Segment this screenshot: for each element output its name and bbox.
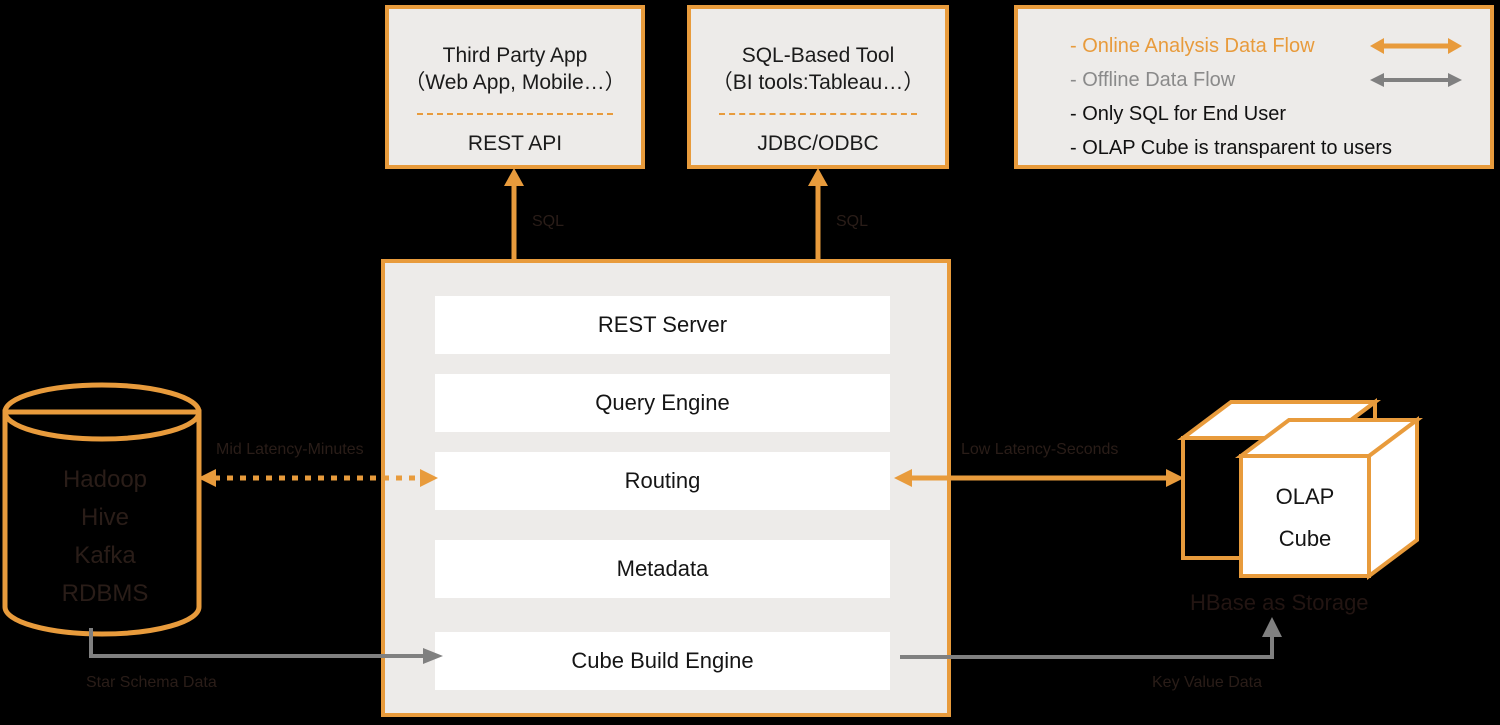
third-party-app-title: Third Party App （Web App, Mobile…） [404,44,626,94]
source-data-store-label: Hadoop Hive Kafka RDBMS [61,466,149,607]
legend-item-offline-flow: - Offline Data Flow [1070,63,1490,97]
olap-cube-store[interactable]: OLAP Cube [1175,398,1425,583]
legend-item-olap-transparent: - OLAP Cube is transparent to users [1070,131,1490,165]
module-routing[interactable]: Routing [435,452,890,510]
source-data-store-cylinder[interactable]: Hadoop Hive Kafka RDBMS [0,382,210,637]
key-value-flow-arrow [900,615,1285,670]
hbase-storage-note: HBase as Storage [1190,590,1369,615]
mid-latency-flow-label: Mid Latency-Minutes [216,441,364,458]
module-query-engine[interactable]: Query Engine [435,374,890,432]
legend-item-online-flow-label: - Online Analysis Data Flow [1070,34,1315,57]
key-value-flow-label: Key Value Data [1152,674,1262,691]
legend-item-only-sql: - Only SQL for End User [1070,97,1490,131]
kylin-core-panel: REST Server Query Engine Routing Metadat… [381,259,951,717]
module-metadata-label: Metadata [616,556,709,581]
sql-based-tool-title: SQL-Based Tool （BI tools:Tableau…） [711,44,925,94]
module-cube-build-engine-label: Cube Build Engine [571,648,754,673]
sql-based-tool-box[interactable]: SQL-Based Tool （BI tools:Tableau…） JDBC/… [687,5,949,169]
module-routing-label: Routing [624,468,701,493]
low-latency-flow-label: Low Latency-Seconds [961,441,1119,458]
module-metadata[interactable]: Metadata [435,540,890,598]
low-latency-flow-arrow [894,463,1184,493]
third-party-app-box[interactable]: Third Party App （Web App, Mobile…） REST … [385,5,645,169]
legend-item-olap-transparent-label: - OLAP Cube is transparent to users [1070,136,1393,159]
sql-flow-left-label: SQL [532,213,565,230]
star-schema-flow-label: Star Schema Data [86,674,217,691]
bidirectional-arrow-gray-icon [1370,71,1462,89]
module-rest-server-label: REST Server [597,312,728,337]
bidirectional-arrow-orange-icon [1370,36,1462,56]
sql-based-tool-divider [718,113,918,115]
module-cube-build-engine[interactable]: Cube Build Engine [435,632,890,690]
mid-latency-flow-arrow [198,463,438,493]
legend-item-offline-flow-label: - Offline Data Flow [1070,68,1236,91]
legend-box: - Online Analysis Data Flow - Offline Da… [1014,5,1494,169]
sql-based-tool-protocol: JDBC/ODBC [757,132,879,155]
module-query-engine-label: Query Engine [595,390,730,415]
star-schema-flow-arrow [88,625,443,665]
legend-item-online-flow: - Online Analysis Data Flow [1070,29,1490,63]
olap-cube-label: OLAP Cube [1275,484,1335,551]
third-party-app-divider [416,113,614,115]
third-party-app-protocol: REST API [467,132,563,155]
legend-item-only-sql-label: - Only SQL for End User [1070,102,1286,125]
module-rest-server[interactable]: REST Server [435,296,890,354]
sql-flow-right-label: SQL [836,213,869,230]
architecture-diagram: Third Party App （Web App, Mobile…） REST … [0,0,1500,725]
